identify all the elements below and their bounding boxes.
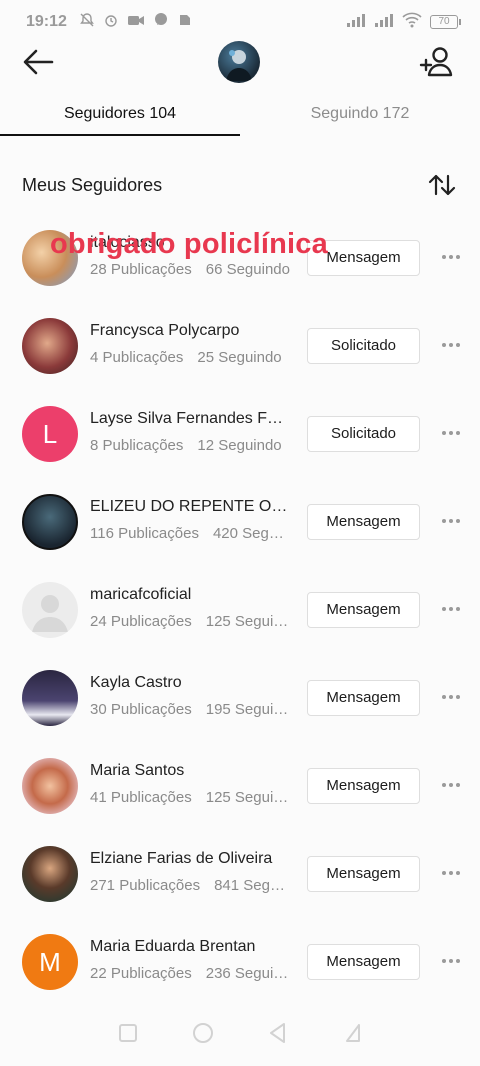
add-user-icon[interactable] bbox=[418, 44, 454, 80]
posts-count: 28 Publicações bbox=[90, 261, 192, 278]
posts-count: 8 Publicações bbox=[90, 437, 184, 454]
profile-avatar[interactable] bbox=[218, 41, 260, 83]
more-options-icon[interactable] bbox=[436, 420, 466, 446]
posts-count: 271 Publicações bbox=[90, 877, 201, 894]
following-count: 236 Seguindo bbox=[205, 965, 290, 982]
following-count: 25 Seguindo bbox=[197, 349, 282, 366]
mute-icon bbox=[79, 12, 95, 33]
follower-row[interactable]: maricafcoficial 24 Publicações 125 Seguin… bbox=[0, 566, 480, 654]
chat-icon bbox=[153, 12, 169, 33]
follower-stats: 24 Publicações 125 Seguindo bbox=[90, 613, 290, 630]
signal-icon bbox=[346, 13, 366, 32]
follower-stats: 22 Publicações 236 Seguindo bbox=[90, 965, 290, 982]
requested-button[interactable]: Solicitado bbox=[307, 328, 420, 364]
follower-name[interactable]: Maria Eduarda Brentan bbox=[90, 938, 290, 956]
wifi-icon bbox=[402, 12, 422, 33]
follower-name[interactable]: Kayla Castro bbox=[90, 674, 290, 692]
more-options-icon[interactable] bbox=[436, 772, 466, 798]
message-button[interactable]: Mensagem bbox=[307, 504, 420, 540]
follower-row[interactable]: Kayla Castro 30 Publicações 195 Seguindo … bbox=[0, 654, 480, 742]
following-count: 841 Seguindo bbox=[214, 877, 290, 894]
follower-name[interactable]: ELIZEU DO REPENTE OFICIAL bbox=[90, 498, 290, 516]
follower-name[interactable]: Layse Silva Fernandes Fernandes bbox=[90, 410, 290, 428]
following-count: 66 Seguindo bbox=[205, 261, 290, 278]
follower-name[interactable]: Francysca Polycarpo bbox=[90, 322, 290, 340]
system-nav-bar bbox=[0, 1000, 480, 1066]
message-button[interactable]: Mensagem bbox=[307, 768, 420, 804]
default-avatar-icon bbox=[32, 595, 68, 632]
avatar[interactable]: M bbox=[22, 934, 78, 990]
more-options-icon[interactable] bbox=[436, 332, 466, 358]
follower-stats: 116 Publicações 420 Seguindo bbox=[90, 525, 290, 542]
follower-stats: 41 Publicações 125 Seguindo bbox=[90, 789, 290, 806]
more-options-icon[interactable] bbox=[436, 860, 466, 886]
follower-row[interactable]: ELIZEU DO REPENTE OFICIAL 116 Publicaçõe… bbox=[0, 478, 480, 566]
followers-list: italociasso 28 Publicações 66 Seguindo Me… bbox=[0, 214, 480, 1006]
avatar[interactable]: L bbox=[22, 406, 78, 462]
following-count: 12 Seguindo bbox=[197, 437, 282, 454]
status-right: 70 bbox=[346, 12, 461, 33]
more-options-icon[interactable] bbox=[436, 596, 466, 622]
message-button[interactable]: Mensagem bbox=[307, 592, 420, 628]
overlay-caption: obrigado policlínica bbox=[50, 228, 328, 260]
section-title: Meus Seguidores bbox=[22, 174, 163, 195]
app-notification-icon bbox=[177, 12, 193, 33]
following-count: 125 Seguindo bbox=[205, 613, 290, 630]
follower-row[interactable]: Francysca Polycarpo 4 Publicações 25 Segu… bbox=[0, 302, 480, 390]
follower-row[interactable]: Elziane Farias de Oliveira 271 Publicaçõ… bbox=[0, 830, 480, 918]
avatar[interactable] bbox=[22, 494, 78, 550]
following-count: 125 Seguindo bbox=[205, 789, 290, 806]
follower-name[interactable]: maricafcoficial bbox=[90, 586, 290, 604]
following-count: 195 Seguindo bbox=[205, 701, 290, 718]
status-notification-icons bbox=[79, 12, 193, 33]
assist-icon[interactable] bbox=[339, 1019, 367, 1047]
follower-name[interactable]: Maria Santos bbox=[90, 762, 290, 780]
alarm-icon bbox=[103, 12, 119, 33]
requested-button[interactable]: Solicitado bbox=[307, 416, 420, 452]
follow-tabs: Seguidores 104 Seguindo 172 bbox=[0, 94, 480, 136]
posts-count: 4 Publicações bbox=[90, 349, 184, 366]
avatar[interactable] bbox=[22, 846, 78, 902]
section-header: Meus Seguidores bbox=[22, 168, 458, 202]
follower-stats: 28 Publicações 66 Seguindo bbox=[90, 261, 290, 278]
message-button[interactable]: Mensagem bbox=[307, 680, 420, 716]
signal-icon-2 bbox=[374, 13, 394, 32]
more-options-icon[interactable] bbox=[436, 684, 466, 710]
video-icon bbox=[127, 12, 145, 33]
follower-stats: 4 Publicações 25 Seguindo bbox=[90, 349, 290, 366]
tab-following[interactable]: Seguindo 172 bbox=[240, 94, 480, 136]
avatar[interactable] bbox=[22, 670, 78, 726]
back-icon[interactable] bbox=[264, 1019, 292, 1047]
follower-row[interactable]: Maria Santos 41 Publicações 125 Seguindo … bbox=[0, 742, 480, 830]
following-count: 420 Seguindo bbox=[212, 525, 290, 542]
posts-count: 116 Publicações bbox=[90, 525, 199, 542]
tab-followers[interactable]: Seguidores 104 bbox=[0, 94, 240, 136]
posts-count: 41 Publicações bbox=[90, 789, 192, 806]
more-options-icon[interactable] bbox=[436, 948, 466, 974]
message-button[interactable]: Mensagem bbox=[307, 856, 420, 892]
message-button[interactable]: Mensagem bbox=[307, 944, 420, 980]
avatar[interactable] bbox=[22, 758, 78, 814]
status-time: 19:12 bbox=[26, 13, 67, 30]
posts-count: 30 Publicações bbox=[90, 701, 192, 718]
follower-stats: 271 Publicações 841 Seguindo bbox=[90, 877, 290, 894]
follower-name[interactable]: Elziane Farias de Oliveira bbox=[90, 850, 290, 868]
avatar[interactable] bbox=[22, 318, 78, 374]
recent-apps-icon[interactable] bbox=[114, 1019, 142, 1047]
follower-row[interactable]: L Layse Silva Fernandes Fernandes 8 Publ… bbox=[0, 390, 480, 478]
back-arrow-icon[interactable] bbox=[20, 44, 60, 80]
more-options-icon[interactable] bbox=[436, 508, 466, 534]
sort-arrows-icon[interactable] bbox=[426, 169, 458, 201]
more-options-icon[interactable] bbox=[436, 244, 466, 270]
battery-icon: 70 bbox=[430, 15, 461, 29]
follower-row[interactable]: M Maria Eduarda Brentan 22 Publicações 23… bbox=[0, 918, 480, 1006]
posts-count: 22 Publicações bbox=[90, 965, 192, 982]
header bbox=[0, 36, 480, 88]
avatar[interactable] bbox=[22, 582, 78, 638]
posts-count: 24 Publicações bbox=[90, 613, 192, 630]
home-icon[interactable] bbox=[189, 1019, 217, 1047]
follower-stats: 8 Publicações 12 Seguindo bbox=[90, 437, 290, 454]
follower-stats: 30 Publicações 195 Seguindo bbox=[90, 701, 290, 718]
